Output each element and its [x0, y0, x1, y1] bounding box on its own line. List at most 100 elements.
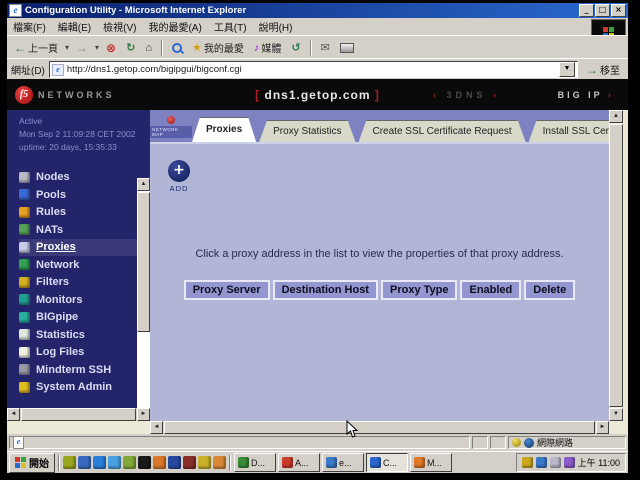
- tab[interactable]: Create SSL Certificate Request: [359, 120, 526, 142]
- task-button[interactable]: M...: [410, 453, 452, 472]
- quick-launch-icon[interactable]: [138, 456, 151, 469]
- quick-launch-icon[interactable]: [93, 456, 106, 469]
- back-button[interactable]: ← 上一頁: [11, 39, 61, 56]
- go-button[interactable]: → 移至: [582, 62, 624, 77]
- sidebar-item[interactable]: Network: [19, 256, 150, 274]
- quick-launch-icon[interactable]: [123, 456, 136, 469]
- sidebar-vertical-scrollbar[interactable]: ▲ ▼: [137, 178, 150, 421]
- minimize-button[interactable]: _: [579, 4, 594, 17]
- scroll-thumb[interactable]: [609, 124, 623, 407]
- tray-icon[interactable]: [522, 457, 533, 468]
- scroll-thumb[interactable]: [21, 408, 136, 421]
- tray-icon[interactable]: [564, 457, 575, 468]
- add-button[interactable]: + ADD: [168, 160, 190, 193]
- status-datetime: Mon Sep 2 11:09:28 CET 2002: [19, 128, 148, 141]
- sidebar-item-icon: [19, 242, 30, 253]
- sidebar-item-icon: [19, 224, 30, 235]
- ie-icon: e: [9, 4, 22, 17]
- sidebar-item[interactable]: Monitors: [19, 291, 150, 309]
- table-header-cell[interactable]: Enabled: [460, 280, 521, 300]
- forward-button[interactable]: →: [73, 40, 91, 56]
- go-arrow-icon: →: [586, 63, 598, 77]
- system-status: Active Mon Sep 2 11:09:28 CET 2002 uptim…: [7, 110, 150, 155]
- forward-dropdown-icon[interactable]: ▾: [95, 43, 99, 52]
- start-button[interactable]: 開始: [9, 453, 55, 473]
- quick-launch-icon[interactable]: [213, 456, 226, 469]
- menu-item[interactable]: 我的最愛(A): [148, 19, 201, 34]
- scroll-thumb[interactable]: [137, 192, 150, 332]
- maximize-button[interactable]: □: [595, 4, 610, 17]
- refresh-button[interactable]: ↻: [123, 40, 138, 55]
- task-button[interactable]: e...: [322, 453, 364, 472]
- quick-launch-icon[interactable]: [183, 456, 196, 469]
- table-header-cell[interactable]: Proxy Server: [184, 280, 270, 300]
- sidebar-item[interactable]: System Admin: [19, 379, 150, 397]
- close-button[interactable]: ×: [611, 4, 626, 17]
- menu-item[interactable]: 說明(H): [259, 19, 293, 34]
- menu-item[interactable]: 檢視(V): [103, 19, 136, 34]
- sidebar-item[interactable]: Log Files: [19, 344, 150, 362]
- quick-launch-icon[interactable]: [153, 456, 166, 469]
- taskbar-divider: [58, 455, 60, 471]
- sidebar-item[interactable]: NATs: [19, 221, 150, 239]
- menu-item[interactable]: 工具(T): [214, 19, 247, 34]
- task-button[interactable]: A...: [278, 453, 320, 472]
- scroll-left-icon[interactable]: ◄: [7, 408, 20, 421]
- tab[interactable]: Proxy Statistics: [259, 120, 355, 142]
- task-button-icon: [370, 457, 381, 468]
- clock: 上午 11:00: [578, 456, 620, 469]
- quick-launch-icon[interactable]: [198, 456, 211, 469]
- sidebar-item-icon: [19, 277, 30, 288]
- task-button[interactable]: C...: [366, 453, 408, 472]
- back-dropdown-icon[interactable]: ▾: [65, 43, 69, 52]
- favorites-button[interactable]: ★ 我的最愛: [189, 39, 247, 56]
- tray-icon[interactable]: [550, 457, 561, 468]
- sidebar-item[interactable]: Nodes: [19, 169, 150, 187]
- task-button[interactable]: D...: [234, 453, 276, 472]
- address-dropdown-icon[interactable]: ▼: [559, 62, 575, 77]
- scroll-right-icon[interactable]: ►: [137, 408, 150, 421]
- search-button[interactable]: [169, 42, 185, 54]
- main-vertical-scrollbar[interactable]: ▲ ▼: [609, 110, 623, 421]
- sidebar-item[interactable]: Mindterm SSH: [19, 361, 150, 379]
- network-map-button[interactable]: NETWORK MAP: [150, 112, 192, 142]
- scroll-down-icon[interactable]: ▼: [609, 408, 623, 421]
- table-header-cell[interactable]: Delete: [524, 280, 575, 300]
- scroll-up-icon[interactable]: ▲: [609, 110, 623, 123]
- mail-button[interactable]: ✉: [318, 40, 333, 55]
- sidebar-horizontal-scrollbar[interactable]: ◄ ►: [7, 408, 150, 421]
- main-horizontal-scrollbar[interactable]: ◄ ►: [150, 421, 609, 434]
- tab[interactable]: Proxies: [192, 117, 256, 142]
- sidebar-item[interactable]: Proxies: [19, 239, 150, 257]
- sidebar-item[interactable]: Pools: [19, 186, 150, 204]
- sidebar-item-icon: [19, 259, 30, 270]
- table-header-cell[interactable]: Proxy Type: [381, 280, 458, 300]
- favorites-label: 我的最愛: [204, 40, 244, 55]
- scroll-thumb[interactable]: [164, 421, 595, 434]
- tray-icon[interactable]: [536, 457, 547, 468]
- quick-launch-icon[interactable]: [63, 456, 76, 469]
- tab[interactable]: Install SSL Certif: [529, 120, 609, 142]
- sidebar-item[interactable]: Filters: [19, 274, 150, 292]
- home-button[interactable]: ⌂: [142, 41, 155, 55]
- scroll-up-icon[interactable]: ▲: [137, 178, 150, 191]
- scroll-right-icon[interactable]: ►: [596, 421, 609, 434]
- sidebar-item[interactable]: Statistics: [19, 326, 150, 344]
- product-bigip-label: BIG IP: [558, 90, 603, 100]
- sidebar-item[interactable]: BIGpipe: [19, 309, 150, 327]
- media-button[interactable]: ♪ 媒體: [251, 39, 285, 56]
- print-button[interactable]: [337, 42, 357, 54]
- stop-button[interactable]: ⊗: [103, 40, 119, 56]
- menu-item[interactable]: 檔案(F): [13, 19, 46, 34]
- quick-launch-icon[interactable]: [78, 456, 91, 469]
- address-input[interactable]: e http://dns1.getop.com/bigipgui/bigconf…: [49, 61, 578, 78]
- add-label: ADD: [168, 184, 190, 193]
- sidebar-item[interactable]: Rules: [19, 204, 150, 222]
- table-header-cell[interactable]: Destination Host: [273, 280, 378, 300]
- menu-item[interactable]: 編輯(E): [58, 19, 91, 34]
- quick-launch-icon[interactable]: [108, 456, 121, 469]
- history-button[interactable]: ↺: [288, 40, 303, 55]
- quick-launch-icon[interactable]: [168, 456, 181, 469]
- scroll-left-icon[interactable]: ◄: [150, 421, 163, 434]
- add-plus-icon[interactable]: +: [168, 160, 190, 182]
